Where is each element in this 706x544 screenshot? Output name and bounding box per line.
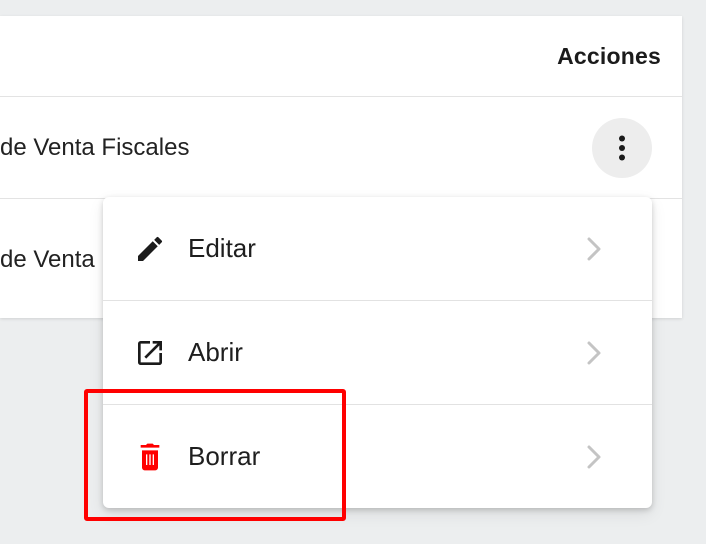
table-row[interactable]: de Venta Fiscales bbox=[0, 97, 682, 199]
table-header-row: Acciones bbox=[0, 16, 682, 97]
column-header-actions: Acciones bbox=[557, 43, 661, 69]
more-vertical-icon bbox=[619, 135, 625, 161]
row-label: de Venta Fiscales bbox=[0, 134, 190, 161]
open-in-new-icon bbox=[138, 341, 162, 365]
menu-item-label: Borrar bbox=[188, 441, 261, 471]
chevron-right-icon bbox=[587, 341, 601, 365]
row-label: de Venta bbox=[0, 246, 95, 273]
menu-item-edit[interactable]: Editar bbox=[103, 197, 652, 301]
row-actions-button[interactable] bbox=[592, 118, 652, 178]
menu-item-delete[interactable]: Borrar bbox=[103, 405, 652, 508]
menu-item-open[interactable]: Abrir bbox=[103, 301, 652, 405]
chevron-right-icon bbox=[587, 445, 601, 469]
trash-icon bbox=[140, 443, 160, 471]
chevron-right-icon bbox=[587, 237, 601, 261]
menu-item-label: Abrir bbox=[188, 337, 243, 367]
menu-item-label: Editar bbox=[188, 233, 256, 263]
row-actions-menu: Editar Abrir Borrar bbox=[103, 197, 652, 508]
pencil-icon bbox=[138, 236, 163, 261]
